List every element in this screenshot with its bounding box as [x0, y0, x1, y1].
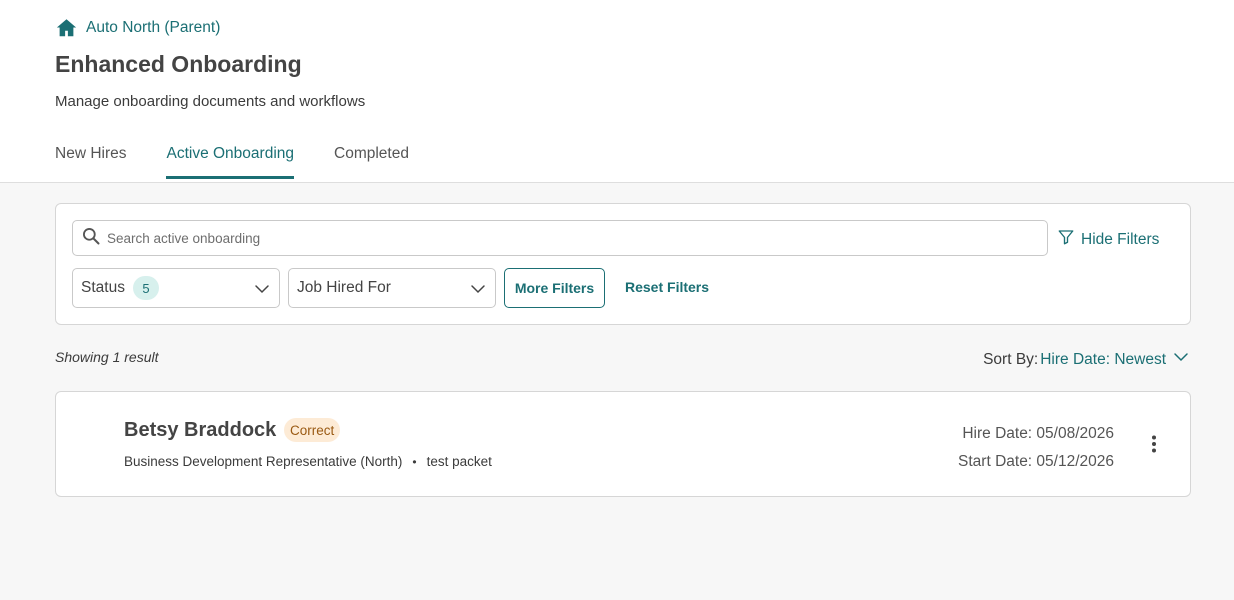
- breadcrumb[interactable]: Auto North (Parent): [55, 17, 220, 39]
- page-subtitle: Manage onboarding documents and workflow…: [55, 93, 366, 110]
- sort-label: Sort By:: [983, 350, 1039, 368]
- home-icon: [55, 17, 78, 39]
- hide-filters-label[interactable]: Hide Filters: [1081, 231, 1159, 249]
- job-hired-for-select[interactable]: Job Hired For: [288, 268, 496, 308]
- results-count: Showing 1 result: [55, 349, 159, 365]
- more-options-icon[interactable]: [1144, 434, 1164, 454]
- reset-filters-button[interactable]: Reset Filters: [625, 279, 709, 295]
- chevron-down-icon: [253, 280, 271, 298]
- separator-dot: •: [412, 454, 417, 469]
- status-filter-select[interactable]: Status 5: [72, 268, 280, 308]
- breadcrumb-label[interactable]: Auto North (Parent): [86, 19, 220, 37]
- sort-control[interactable]: Sort By: Hire Date: Newest: [983, 348, 1190, 371]
- status-badge: Correct: [284, 418, 341, 442]
- search-input[interactable]: [107, 230, 1007, 246]
- tab-completed[interactable]: Completed: [334, 145, 409, 177]
- filter-panel: Hide Filters Status 5 Job Hired For More…: [55, 203, 1191, 325]
- tab-bar: New Hires Active Onboarding Completed: [55, 145, 409, 179]
- start-date: Start Date: 05/12/2026: [958, 453, 1114, 470]
- dates-block: Hire Date: 05/08/2026 Start Date: 05/12/…: [958, 420, 1114, 476]
- page-header: Auto North (Parent) Enhanced Onboarding …: [0, 0, 1234, 183]
- employee-meta: Business Development Representative (Nor…: [124, 454, 492, 469]
- status-count-badge: 5: [132, 276, 159, 300]
- hire-date: Hire Date: 05/08/2026: [962, 425, 1114, 442]
- chevron-down-icon: [469, 280, 487, 298]
- filter-icon: [1057, 228, 1075, 251]
- tab-active-onboarding[interactable]: Active Onboarding: [166, 145, 294, 179]
- sort-value[interactable]: Hire Date: Newest: [1040, 351, 1166, 369]
- job-title: Business Development Representative (Nor…: [124, 454, 403, 469]
- tab-new-hires[interactable]: New Hires: [55, 145, 126, 177]
- page-title: Enhanced Onboarding: [55, 51, 302, 77]
- chevron-down-icon[interactable]: [1166, 348, 1190, 371]
- packet-name: test packet: [426, 454, 492, 469]
- status-filter-label: Status: [81, 279, 125, 296]
- more-filters-button[interactable]: More Filters: [504, 268, 605, 308]
- hide-filters-button[interactable]: Hide Filters: [1057, 228, 1159, 251]
- employee-name[interactable]: Betsy Braddock: [124, 419, 276, 442]
- job-filter-label: Job Hired For: [297, 279, 391, 296]
- list-item[interactable]: Betsy Braddock Correct Business Developm…: [55, 391, 1191, 497]
- search-icon: [73, 226, 101, 251]
- search-box[interactable]: [72, 220, 1048, 256]
